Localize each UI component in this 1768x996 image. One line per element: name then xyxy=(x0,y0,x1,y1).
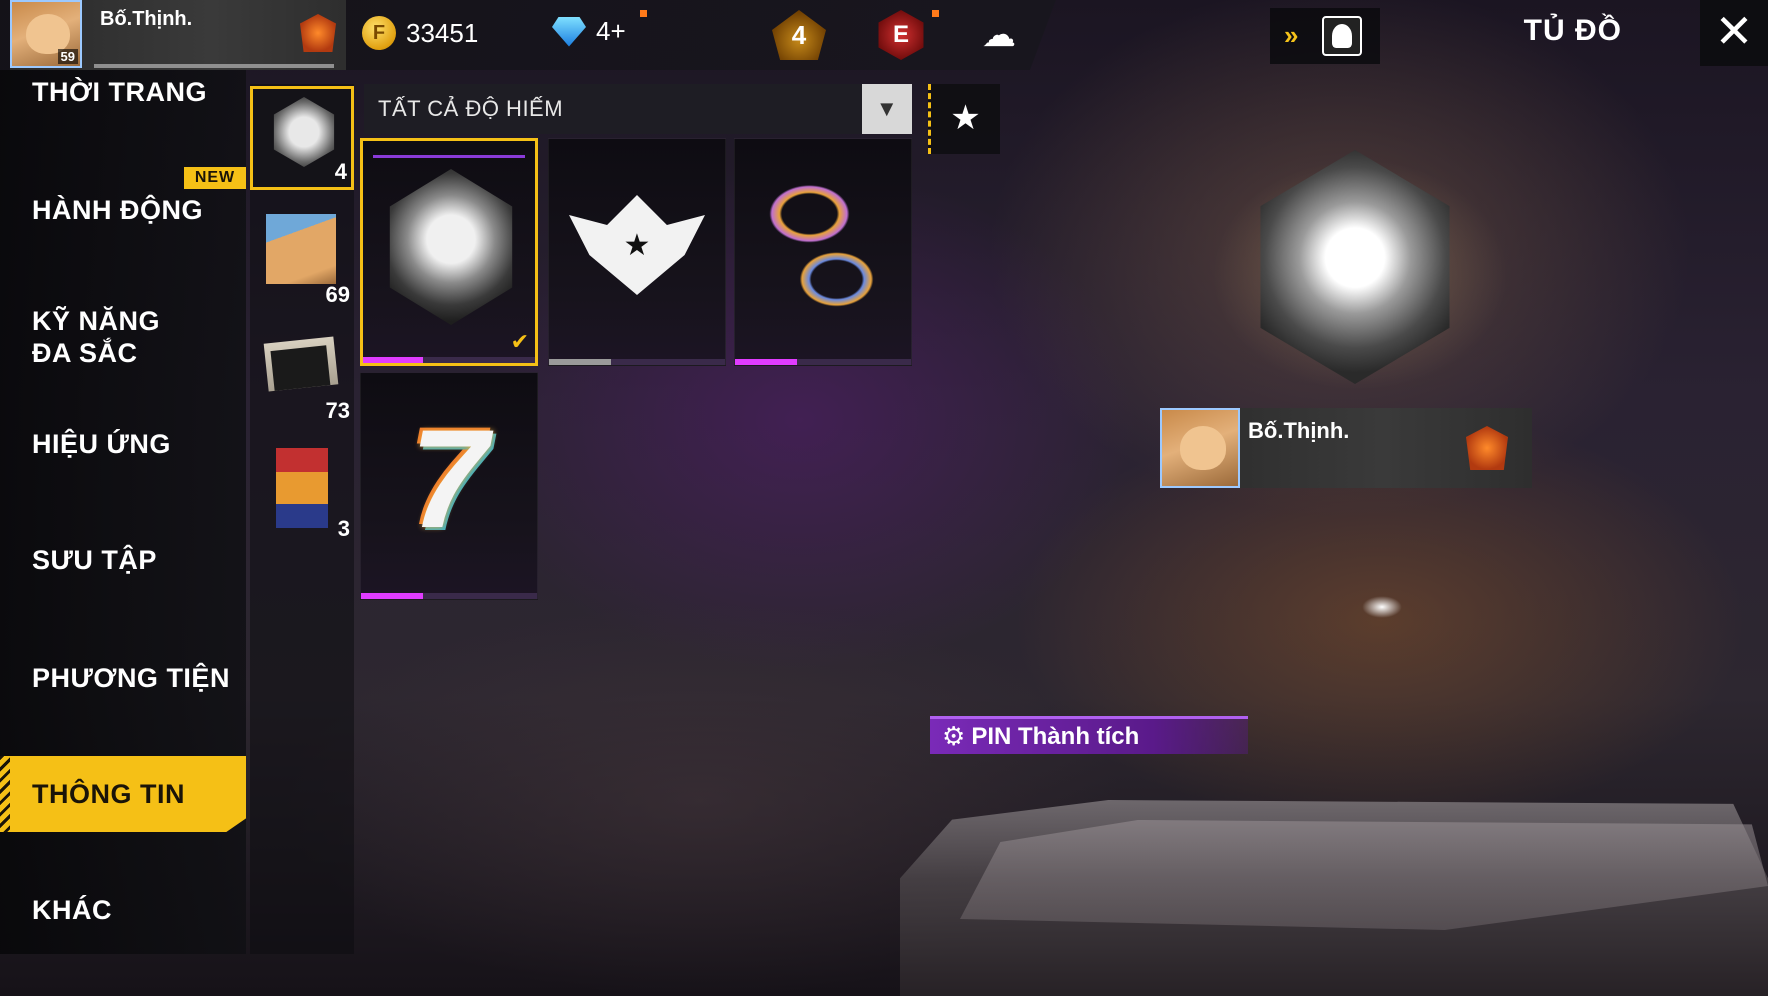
subcategory-avatar[interactable]: 69 xyxy=(250,206,354,310)
new-badge: NEW xyxy=(184,167,246,189)
event-e-label: E xyxy=(892,21,909,48)
cloud-download-icon: ☁ xyxy=(982,16,1016,54)
grid-item-winged-star-badge[interactable]: ★ xyxy=(548,138,726,366)
chevron-down-icon[interactable]: ▼ xyxy=(862,84,912,134)
preview-player-card: Bố.Thịnh. xyxy=(1160,408,1532,488)
trophy-icon xyxy=(273,97,335,167)
preview-avatar xyxy=(1160,408,1240,488)
diamond-amount: 4+ xyxy=(596,16,626,46)
category-khac[interactable]: KHÁC xyxy=(0,872,246,948)
subcategory-count: 69 xyxy=(325,282,350,307)
background-light xyxy=(1362,596,1402,618)
rarity-bar xyxy=(549,359,725,365)
cat-face-icon xyxy=(26,14,70,54)
subcategory-count: 3 xyxy=(337,516,350,541)
category-thong-tin[interactable]: THÔNG TIN xyxy=(0,756,246,832)
close-button[interactable]: ✕ xyxy=(1700,0,1768,66)
diamond-currency[interactable]: 4+ xyxy=(552,16,626,47)
double-chevron-icon: » xyxy=(1284,20,1299,50)
favorite-star-button[interactable]: ★ xyxy=(928,84,1000,154)
cat-face-icon xyxy=(1180,426,1226,470)
grid-item-trophy-badge[interactable]: ✔ xyxy=(360,138,538,366)
cloud-gift-button[interactable]: ☁ xyxy=(972,10,1026,60)
rarity-filter-label: TẤT CẢ ĐỘ HIẾM xyxy=(378,96,564,121)
banner-card-icon xyxy=(263,336,339,392)
subcategory-banner[interactable]: 73 xyxy=(250,322,354,426)
character-switch-button[interactable]: » xyxy=(1270,8,1380,64)
category-suu-tap[interactable]: SƯU TẬP xyxy=(0,522,246,598)
rarity-bar xyxy=(361,593,537,599)
rarity-bar xyxy=(363,357,535,363)
cat-avatar-icon xyxy=(266,214,336,284)
gold-coin-icon: F xyxy=(362,16,396,50)
category-hieu-ung[interactable]: HIỆU ỨNG xyxy=(0,406,246,482)
seven-badge-icon: 7 xyxy=(410,400,488,557)
winged-star-badge-icon: ★ xyxy=(569,167,705,323)
grid-item-seven-badge[interactable]: 7 xyxy=(360,372,538,600)
star-icon: ★ xyxy=(623,228,651,262)
event-notification-dot xyxy=(932,10,939,17)
gold-currency[interactable]: F 33451 xyxy=(362,16,478,50)
subcategory-count: 73 xyxy=(325,398,350,423)
crown-rank-value: 4 xyxy=(791,19,807,50)
category-phuong-tien[interactable]: PHƯƠNG TIỆN xyxy=(0,640,246,716)
subcategory-achievement[interactable]: 4 xyxy=(250,86,354,190)
pin-achievement-button[interactable]: ⚙ PIN Thành tích xyxy=(930,716,1248,754)
trophy-badge-icon xyxy=(389,169,513,325)
equipped-check-icon: ✔ xyxy=(510,329,529,354)
character-portrait-icon xyxy=(1322,16,1362,56)
pin-achievement-label: PIN Thành tích xyxy=(971,722,1140,750)
gold-amount: 33451 xyxy=(406,17,479,48)
page-title: TỦ ĐỒ xyxy=(1523,14,1622,47)
rarity-line xyxy=(373,155,525,158)
grid-item-ribbon-badge[interactable] xyxy=(734,138,912,366)
subcategory-card[interactable]: 3 xyxy=(250,440,354,544)
subcategory-count: 4 xyxy=(334,159,347,184)
rank-emblem-icon xyxy=(1466,426,1508,470)
player-name: Bố.Thịnh. xyxy=(100,8,193,30)
ribbon-badge-icon xyxy=(755,167,891,323)
preview-player-name: Bố.Thịnh. xyxy=(1248,418,1350,443)
gear-icon: ⚙ xyxy=(942,721,966,751)
rarity-filter-dropdown[interactable]: TẤT CẢ ĐỘ HIẾM ▼ xyxy=(364,84,912,134)
rarity-bar xyxy=(735,359,911,365)
diamond-notification-dot xyxy=(640,10,647,17)
category-thoi-trang[interactable]: THỜI TRANG xyxy=(0,54,246,130)
anime-card-icon xyxy=(276,448,328,528)
diamond-icon xyxy=(552,16,586,47)
rank-emblem-icon xyxy=(300,14,336,52)
category-ky-nang-da-sac[interactable]: KỸ NĂNG ĐA SẮC xyxy=(0,292,200,382)
